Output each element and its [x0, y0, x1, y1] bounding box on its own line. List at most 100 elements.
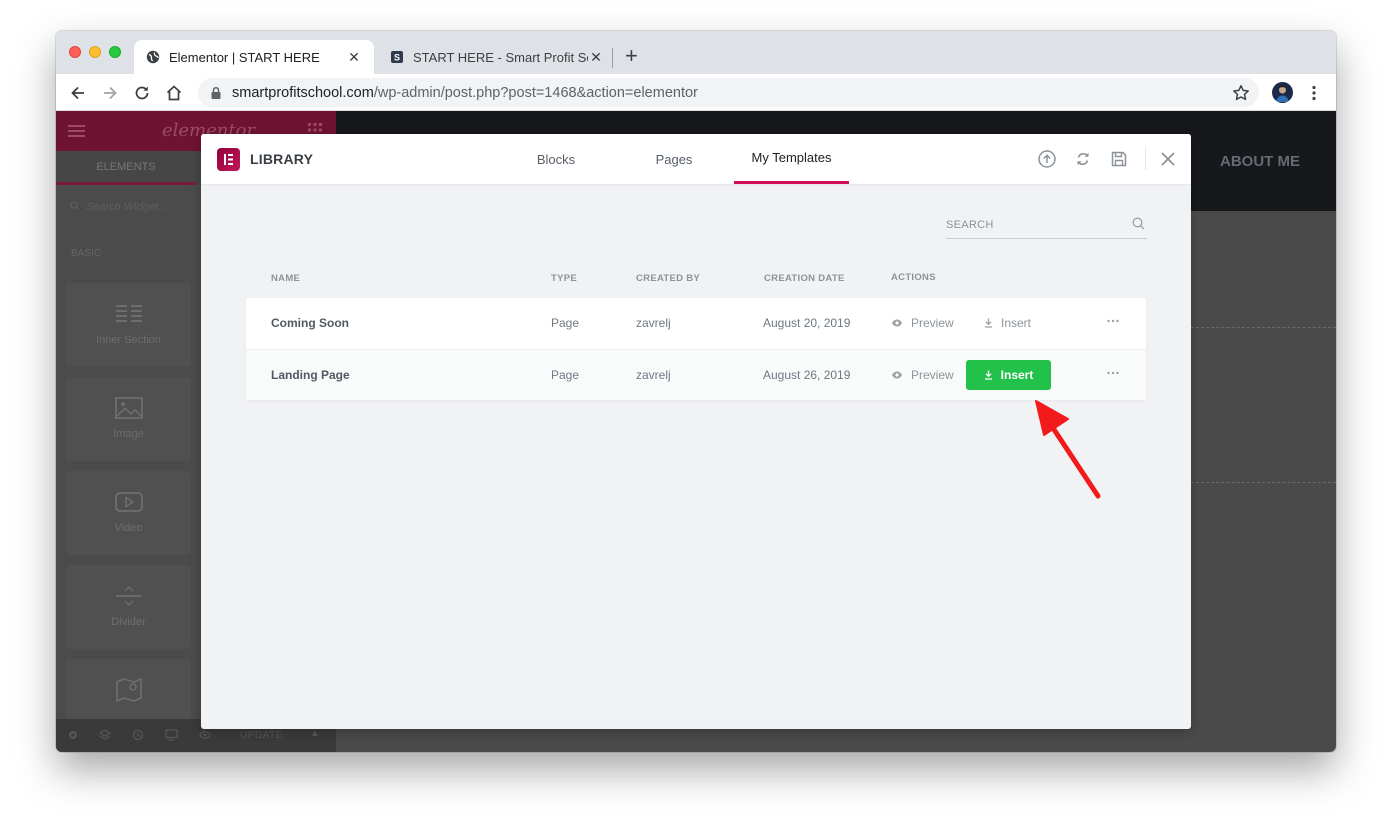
canvas-nav-item: ABOUT ME: [1220, 153, 1300, 170]
template-name: Coming Soon: [271, 316, 349, 330]
widget-search-input[interactable]: Search Widget...: [70, 201, 167, 213]
preview-label: Preview: [911, 316, 954, 330]
widget-image[interactable]: Image: [66, 377, 191, 461]
library-title: LIBRARY: [250, 151, 314, 167]
more-options-icon[interactable]: [1106, 314, 1120, 328]
layers-icon[interactable]: [99, 729, 111, 741]
template-row: Coming Soon Page zavrelj August 20, 2019…: [246, 298, 1146, 349]
column-header-created-by: CREATED BY: [636, 273, 701, 284]
tab-divider: [612, 48, 613, 68]
browser-toolbar: smartprofitschool.com/wp-admin/post.php?…: [56, 74, 1336, 111]
widget-video[interactable]: Video: [66, 471, 191, 555]
search-icon[interactable]: [1132, 217, 1145, 230]
template-library-modal: LIBRARY Blocks Pages My Templates SEARCH…: [201, 134, 1191, 729]
browser-tab[interactable]: S START HERE - Smart Profit School ✕: [378, 40, 616, 74]
tab-blocks[interactable]: Blocks: [516, 134, 596, 184]
preview-button[interactable]: Preview: [891, 316, 954, 330]
section-outline: [1191, 482, 1336, 483]
insert-label: Insert: [1000, 368, 1034, 382]
eye-icon: [892, 371, 902, 379]
template-type: Page: [551, 368, 580, 382]
library-header: LIBRARY Blocks Pages My Templates: [201, 134, 1191, 184]
image-icon: [114, 397, 143, 419]
insert-button-highlighted[interactable]: Insert: [966, 360, 1051, 390]
avatar-icon: [1276, 85, 1289, 102]
template-name: Landing Page: [271, 368, 350, 382]
header-divider: [1145, 147, 1146, 170]
address-bar[interactable]: smartprofitschool.com/wp-admin/post.php?…: [198, 78, 1259, 107]
browser-tab-active[interactable]: Elementor | START HERE ✕: [134, 40, 374, 74]
widget-divider[interactable]: Divider: [66, 565, 191, 649]
maximize-window-button[interactable]: [109, 46, 121, 58]
tab-title: START HERE - Smart Profit School: [413, 49, 588, 65]
inner-section-icon: [115, 305, 142, 322]
close-icon[interactable]: [1158, 149, 1178, 169]
column-header-name: NAME: [271, 273, 301, 284]
template-author: zavrelj: [636, 368, 671, 382]
library-search-input[interactable]: [946, 216, 1126, 234]
bookmark-star-icon[interactable]: [1231, 83, 1251, 103]
hamburger-icon[interactable]: [68, 124, 85, 138]
tab-pages[interactable]: Pages: [634, 134, 714, 184]
tab-elements[interactable]: ELEMENTS: [56, 151, 196, 185]
widget-label: Image: [113, 428, 144, 440]
browser-menu-icon[interactable]: [1308, 83, 1320, 103]
elementor-icon: [224, 154, 233, 165]
section-outline: [1191, 327, 1336, 328]
back-icon[interactable]: [68, 83, 88, 103]
close-window-button[interactable]: [69, 46, 81, 58]
lock-icon: [211, 86, 221, 99]
tab-title: Elementor | START HERE: [169, 49, 320, 65]
forward-icon[interactable]: [100, 83, 120, 103]
insert-label: Insert: [1001, 316, 1032, 330]
download-icon: [985, 318, 992, 328]
template-row: Landing Page Page zavrelj August 26, 201…: [246, 349, 1146, 400]
eye-icon: [892, 319, 902, 327]
preview-label: Preview: [911, 368, 954, 382]
close-tab-icon[interactable]: ✕: [346, 49, 362, 66]
close-tab-icon[interactable]: ✕: [588, 49, 604, 66]
responsive-desktop-icon[interactable]: [165, 729, 178, 741]
update-button[interactable]: UPDATE: [240, 730, 283, 741]
widget-label: Divider: [111, 616, 146, 628]
template-list: Coming Soon Page zavrelj August 20, 2019…: [246, 298, 1146, 400]
settings-gear-icon[interactable]: [67, 729, 79, 741]
home-icon[interactable]: [164, 83, 184, 103]
column-header-type: TYPE: [551, 273, 578, 284]
widget-label: Inner Section: [96, 334, 161, 346]
category-label: BASIC: [71, 248, 102, 259]
minimize-window-button[interactable]: [89, 46, 101, 58]
svg-text:S: S: [394, 53, 400, 63]
site-favicon-icon: S: [391, 51, 403, 63]
tab-my-templates[interactable]: My Templates: [734, 134, 849, 184]
update-dropdown-icon[interactable]: ▲: [310, 728, 320, 739]
reload-icon[interactable]: [132, 83, 152, 103]
template-date: August 20, 2019: [763, 316, 851, 330]
video-icon: [114, 492, 143, 512]
history-icon[interactable]: [132, 729, 144, 741]
widget-search-placeholder: Search Widget...: [86, 201, 168, 213]
globe-icon: [146, 50, 160, 64]
more-options-icon[interactable]: [1106, 366, 1120, 380]
new-tab-icon[interactable]: +: [625, 45, 638, 67]
template-type: Page: [551, 316, 580, 330]
search-icon: [70, 201, 80, 211]
preview-eye-icon[interactable]: [199, 729, 211, 741]
widget-inner-section[interactable]: Inner Section: [66, 283, 191, 367]
library-search: [946, 212, 1147, 239]
page-viewport: elementor ELEMENTS Search Widget... BASI…: [56, 111, 1336, 752]
template-author: zavrelj: [636, 316, 671, 330]
sync-icon[interactable]: [1073, 149, 1093, 169]
url-host: smartprofitschool.com: [232, 84, 374, 101]
preview-button[interactable]: Preview: [891, 368, 954, 382]
insert-button[interactable]: Insert: [984, 308, 1031, 338]
url-path: /wp-admin/post.php?post=1468&action=elem…: [373, 84, 698, 101]
divider-icon: [115, 586, 142, 606]
import-upload-icon[interactable]: [1037, 149, 1057, 169]
tab-strip: Elementor | START HERE ✕ S START HERE - …: [56, 31, 1336, 74]
profile-avatar[interactable]: [1272, 82, 1293, 103]
save-icon[interactable]: [1109, 149, 1129, 169]
widget-label: Video: [114, 522, 143, 534]
elementor-e-logo: [217, 148, 240, 171]
column-header-creation-date: CREATION DATE: [764, 273, 845, 284]
